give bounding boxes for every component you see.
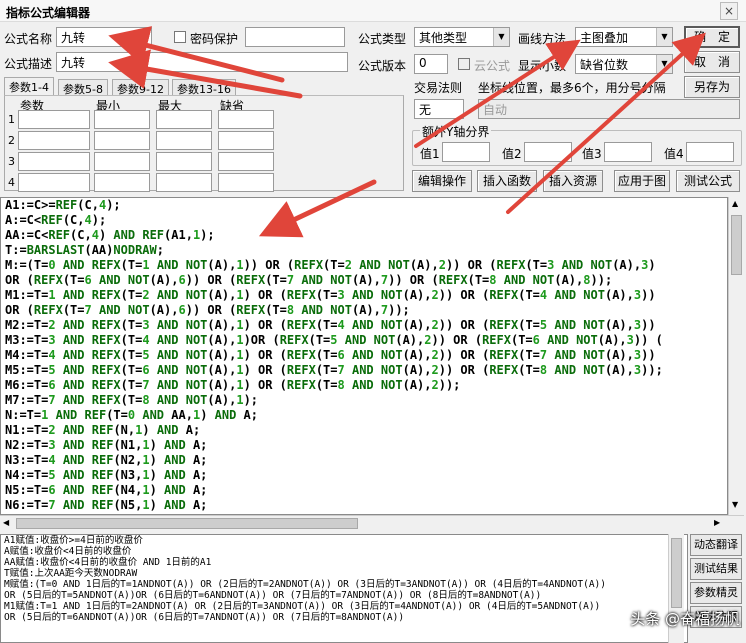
arrow-to-code [258,179,377,238]
annotation-arrows [108,26,706,238]
arrow-to-draw [414,39,581,148]
arrow-to-ok [506,32,706,214]
watermark: 头条 @奋福扬帆 [630,610,740,628]
arrow-to-name [108,26,285,83]
